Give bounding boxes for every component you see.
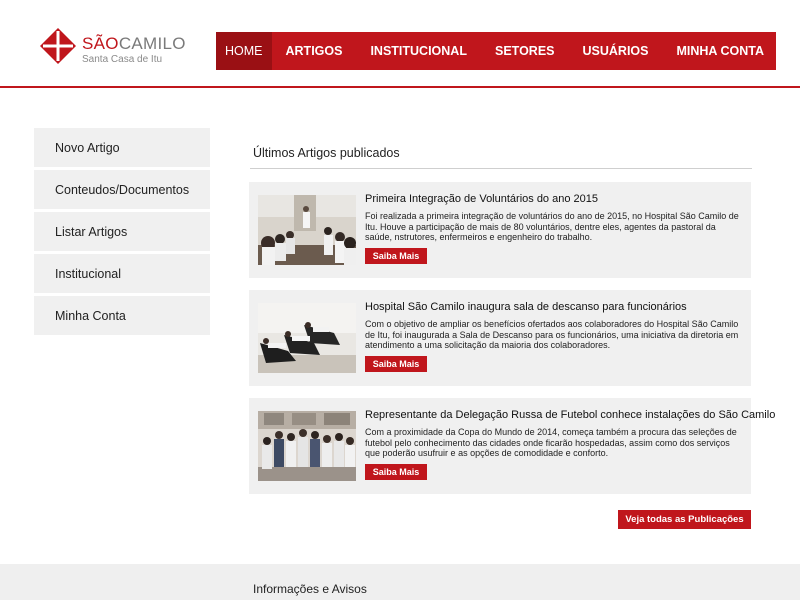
read-more-button[interactable]: Saiba Mais	[365, 248, 427, 264]
nav-minha-conta[interactable]: MINHA CONTA	[662, 32, 778, 70]
nav-artigos[interactable]: ARTIGOS	[272, 32, 357, 70]
article-photo-rest-room[interactable]	[258, 303, 356, 373]
nav-setores[interactable]: SETORES	[481, 32, 569, 70]
article-excerpt: Com o objetivo de ampliar os benefícios …	[365, 319, 739, 350]
sao-camilo-cross-icon	[40, 28, 76, 64]
article-photo-russian-delegation[interactable]	[258, 411, 356, 481]
article-excerpt: Com a proximidade da Copa do Mundo de 20…	[365, 427, 737, 458]
nav-usuarios[interactable]: USUÁRIOS	[569, 32, 663, 70]
article-title[interactable]: Representante da Delegação Russa de Fute…	[365, 409, 775, 421]
article-title[interactable]: Hospital São Camilo inaugura sala de des…	[365, 301, 687, 313]
sidebar-item-listar-artigos[interactable]: Listar Artigos	[34, 212, 210, 251]
section-divider	[250, 168, 752, 169]
logo[interactable]: SÃOCAMILO Santa Casa de Itu	[40, 28, 185, 68]
article-card: Primeira Integração de Voluntários do an…	[249, 182, 751, 278]
read-more-button[interactable]: Saiba Mais	[365, 464, 427, 480]
sidebar-item-novo-artigo[interactable]: Novo Artigo	[34, 128, 210, 167]
article-photo-volunteers[interactable]	[258, 195, 356, 265]
article-title[interactable]: Primeira Integração de Voluntários do an…	[365, 193, 598, 205]
view-all-publications-button[interactable]: Veja todas as Publicações	[618, 510, 751, 529]
top-navigation: HOME ARTIGOS INSTITUCIONAL SETORES USUÁR…	[216, 32, 800, 70]
sidebar: Novo Artigo Conteudos/Documentos Listar …	[34, 128, 210, 338]
read-more-button[interactable]: Saiba Mais	[365, 356, 427, 372]
sidebar-item-conteudos-documentos[interactable]: Conteudos/Documentos	[34, 170, 210, 209]
nav-institucional[interactable]: INSTITUCIONAL	[356, 32, 481, 70]
article-card: Representante da Delegação Russa de Fute…	[249, 398, 775, 494]
footer-title: Informações e Avisos	[253, 582, 367, 596]
logo-subtitle: Santa Casa de Itu	[82, 54, 163, 65]
article-excerpt: Foi realizada a primeira integração de v…	[365, 211, 739, 242]
nav-home[interactable]: HOME	[216, 32, 272, 70]
article-card: Hospital São Camilo inaugura sala de des…	[249, 290, 751, 386]
logo-title: SÃOCAMILO	[82, 34, 186, 53]
header-divider	[0, 86, 800, 88]
section-title: Últimos Artigos publicados	[253, 146, 400, 160]
footer-band	[0, 564, 800, 600]
sidebar-item-institucional[interactable]: Institucional	[34, 254, 210, 293]
nav-sair[interactable]: SAIR	[778, 32, 800, 70]
sidebar-item-minha-conta[interactable]: Minha Conta	[34, 296, 210, 335]
header: SÃOCAMILO Santa Casa de Itu HOME ARTIGOS…	[0, 0, 800, 88]
